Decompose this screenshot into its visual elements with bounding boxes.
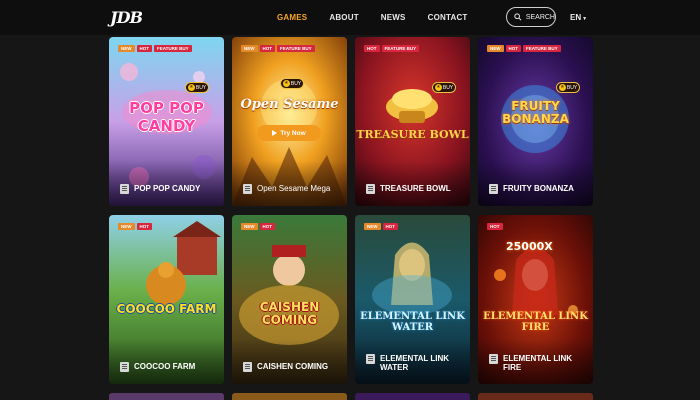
card-caption: ELEMENTAL LINK WATER	[366, 354, 466, 372]
search-button[interactable]: SEARCH	[506, 7, 556, 27]
hot-badge: HOT	[364, 45, 380, 52]
feature-buy-chip: ★ BUY	[185, 82, 209, 93]
new-badge: NEW	[241, 223, 258, 230]
game-name: ELEMENTAL LINK WATER	[380, 354, 450, 372]
art-title: Open Sesame	[240, 97, 339, 112]
game-card-caishen-coming[interactable]: CAISHEN COMING NEW HOT CAISHEN COMING	[232, 215, 347, 384]
nav-news[interactable]: NEWS	[381, 13, 406, 22]
feature-buy-badge: FEATURE BUY	[277, 45, 315, 52]
search-icon	[514, 13, 522, 21]
game-info-icon[interactable]	[120, 362, 129, 372]
hot-badge: HOT	[382, 223, 398, 230]
game-card-coocoo-farm[interactable]: COOCOO FARM NEW HOT COOCOO FARM	[109, 215, 224, 384]
nav-games[interactable]: GAMES	[277, 13, 307, 22]
feature-buy-badge: FEATURE BUY	[154, 45, 192, 52]
feature-buy-badge: FEATURE BUY	[381, 45, 420, 52]
badge-group: HOT FEATURE BUY	[364, 45, 420, 52]
next-row-peek	[109, 393, 593, 400]
language-label: EN	[570, 13, 582, 22]
search-label: SEARCH	[525, 13, 555, 21]
game-card-peek[interactable]	[478, 393, 593, 400]
badge-group: NEW HOT	[364, 223, 398, 230]
game-name: COOCOO FARM	[134, 362, 196, 371]
hot-badge: HOT	[136, 223, 152, 230]
new-badge: NEW	[118, 223, 135, 230]
new-badge: NEW	[118, 45, 135, 52]
art-title: FRUITY BONANZA	[502, 99, 569, 126]
card-caption: Open Sesame Mega	[243, 184, 343, 194]
badge-group: NEW HOT FEATURE BUY	[241, 45, 315, 52]
nav-contact[interactable]: CONTACT	[428, 13, 468, 22]
feature-buy-chip: ★ BUY	[280, 78, 304, 89]
star-icon: ★	[187, 84, 195, 91]
game-info-icon[interactable]	[489, 184, 498, 194]
game-card-open-sesame-mega[interactable]: Open Sesame ★ BUY Try Now NEW HOT FEATURE…	[232, 37, 347, 206]
badge-group: NEW HOT FEATURE BUY	[487, 45, 561, 52]
card-caption: COOCOO FARM	[120, 362, 220, 372]
game-card-peek[interactable]	[109, 393, 224, 400]
try-now-button[interactable]: Try Now	[257, 125, 321, 141]
art-title: TREASURE BOWL	[356, 128, 469, 141]
hot-badge: HOT	[259, 45, 275, 52]
caret-down-icon: ▼	[582, 16, 588, 22]
game-name: TREASURE BOWL	[380, 184, 451, 193]
new-badge: NEW	[241, 45, 258, 52]
top-navigation-bar: JDB GAMES ABOUT NEWS CONTACT SEARCH EN▼	[0, 0, 700, 35]
jdb-logo[interactable]: JDB	[110, 8, 143, 27]
language-selector[interactable]: EN▼	[570, 13, 587, 22]
art-title: ELEMENTAL LINK WATER	[360, 311, 465, 333]
game-card-peek[interactable]	[232, 393, 347, 400]
main-nav: GAMES ABOUT NEWS CONTACT	[277, 13, 490, 22]
game-info-icon[interactable]	[366, 184, 375, 194]
game-name: Open Sesame Mega	[257, 184, 331, 193]
card-caption: CAISHEN COMING	[243, 362, 343, 372]
new-badge: NEW	[487, 45, 504, 52]
game-card-treasure-bowl[interactable]: TREASURE BOWL ★ BUY HOT FEATURE BUY TREAS…	[355, 37, 470, 206]
card-caption: FRUITY BONANZA	[489, 184, 589, 194]
new-badge: NEW	[364, 223, 381, 230]
star-icon: ★	[434, 84, 442, 91]
art-title: POP POP CANDY	[129, 99, 204, 135]
star-icon: ★	[558, 84, 566, 91]
card-caption: TREASURE BOWL	[366, 184, 466, 194]
game-card-fruity-bonanza[interactable]: FRUITY BONANZA ★ BUY NEW HOT FEATURE BUY …	[478, 37, 593, 206]
play-icon	[272, 130, 278, 136]
feature-buy-chip: ★ BUY	[432, 82, 456, 93]
game-name: CAISHEN COMING	[257, 362, 329, 371]
game-info-icon[interactable]	[243, 184, 252, 194]
game-name: POP POP CANDY	[134, 184, 201, 193]
hot-badge: HOT	[505, 45, 521, 52]
card-caption: POP POP CANDY	[120, 184, 220, 194]
game-info-icon[interactable]	[366, 354, 375, 364]
badge-group: HOT	[487, 223, 503, 230]
card-caption: ELEMENTAL LINK FIRE	[489, 354, 589, 372]
game-card-peek[interactable]	[355, 393, 470, 400]
hot-badge: HOT	[136, 45, 152, 52]
game-info-icon[interactable]	[243, 362, 252, 372]
feature-buy-chip: ★ BUY	[556, 82, 580, 93]
hot-badge: HOT	[259, 223, 275, 230]
art-title: ELEMENTAL LINK FIRE	[483, 311, 588, 333]
star-icon: ★	[282, 80, 290, 87]
game-name: FRUITY BONANZA	[503, 184, 574, 193]
badge-group: NEW HOT FEATURE BUY	[118, 45, 192, 52]
badge-group: NEW HOT	[241, 223, 275, 230]
game-card-elemental-link-water[interactable]: ELEMENTAL LINK WATER NEW HOT ELEMENTAL L…	[355, 215, 470, 384]
game-info-icon[interactable]	[489, 354, 498, 364]
nav-about[interactable]: ABOUT	[329, 13, 358, 22]
badge-group: NEW HOT	[118, 223, 152, 230]
art-title: COOCOO FARM	[116, 302, 217, 316]
art-title: CAISHEN COMING	[259, 300, 320, 327]
game-card-pop-pop-candy[interactable]: POP POP CANDY ★ BUY NEW HOT FEATURE BUY P…	[109, 37, 224, 206]
multiplier-label: 25000X	[506, 240, 553, 253]
game-name: ELEMENTAL LINK FIRE	[503, 354, 573, 372]
feature-buy-badge: FEATURE BUY	[523, 45, 561, 52]
hot-badge: HOT	[487, 223, 503, 230]
game-card-elemental-link-fire[interactable]: 25000X ELEMENTAL LINK FIRE HOT ELEMENTAL…	[478, 215, 593, 384]
game-info-icon[interactable]	[120, 184, 129, 194]
